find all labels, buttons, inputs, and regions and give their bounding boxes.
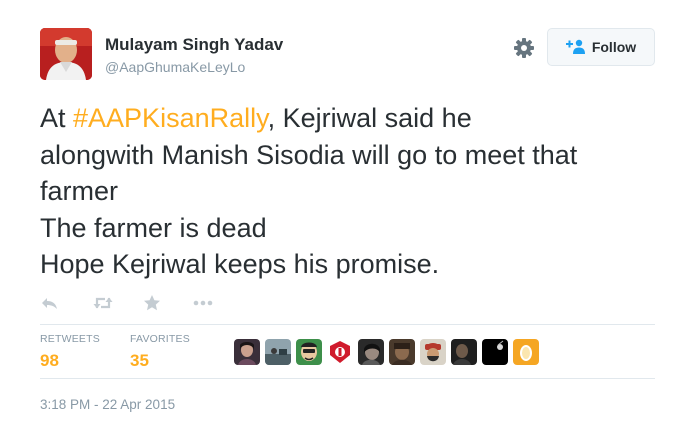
tweet-text: At #AAPKisanRally, Kejriwal said he alon… (40, 100, 680, 283)
tweet-line: At #AAPKisanRally, Kejriwal said he (40, 100, 680, 137)
author-name[interactable]: Mulayam Singh Yadav (105, 35, 283, 55)
favorites-label: FAVORITES (130, 333, 190, 345)
tweet-actions (40, 292, 213, 314)
favoriter-avatars (234, 339, 539, 365)
tweet-timestamp[interactable]: 3:18 PM - 22 Apr 2015 (40, 397, 175, 412)
favoriter-avatar[interactable] (482, 339, 508, 365)
favoriter-avatar[interactable] (513, 339, 539, 365)
add-user-icon (565, 38, 586, 57)
author-handle[interactable]: @AapGhumaKeLeyLo (105, 59, 245, 75)
retweets-stat[interactable]: RETWEETS 98 (40, 333, 100, 371)
retweets-label: RETWEETS (40, 333, 100, 345)
favoriter-avatar[interactable] (265, 339, 291, 365)
favoriter-avatar[interactable] (234, 339, 260, 365)
tweet-text-segment: At (40, 103, 74, 133)
favoriter-avatar[interactable] (389, 339, 415, 365)
favoriter-avatar[interactable] (358, 339, 384, 365)
retweets-count: 98 (40, 351, 59, 370)
follow-label: Follow (591, 39, 637, 55)
author-avatar[interactable] (40, 28, 92, 80)
more-icon[interactable] (193, 300, 213, 306)
tweet-text-segment: , Kejriwal said he (267, 103, 472, 133)
gear-icon[interactable] (511, 35, 537, 61)
favoriter-avatar[interactable] (451, 339, 477, 365)
divider (40, 324, 655, 325)
tweet-line: alongwith Manish Sisodia will go to meet… (40, 139, 578, 170)
star-icon[interactable] (143, 294, 161, 312)
favorites-count: 35 (130, 351, 149, 370)
retweet-icon[interactable] (92, 295, 114, 311)
reply-icon[interactable] (40, 295, 60, 311)
tweet-line: The farmer is dead (40, 212, 267, 243)
favoriter-avatar[interactable] (296, 339, 322, 365)
favoriter-avatar[interactable] (420, 339, 446, 365)
tweet-line: farmer (40, 176, 119, 206)
tweet-line: Hope Kejriwal keeps his promise. (40, 249, 440, 279)
hashtag-link[interactable]: #AAPKisanRally (73, 103, 268, 133)
favoriter-avatar[interactable] (327, 339, 353, 365)
divider (40, 378, 655, 379)
follow-button[interactable]: Follow (547, 28, 655, 66)
favorites-stat[interactable]: FAVORITES 35 (130, 333, 190, 371)
